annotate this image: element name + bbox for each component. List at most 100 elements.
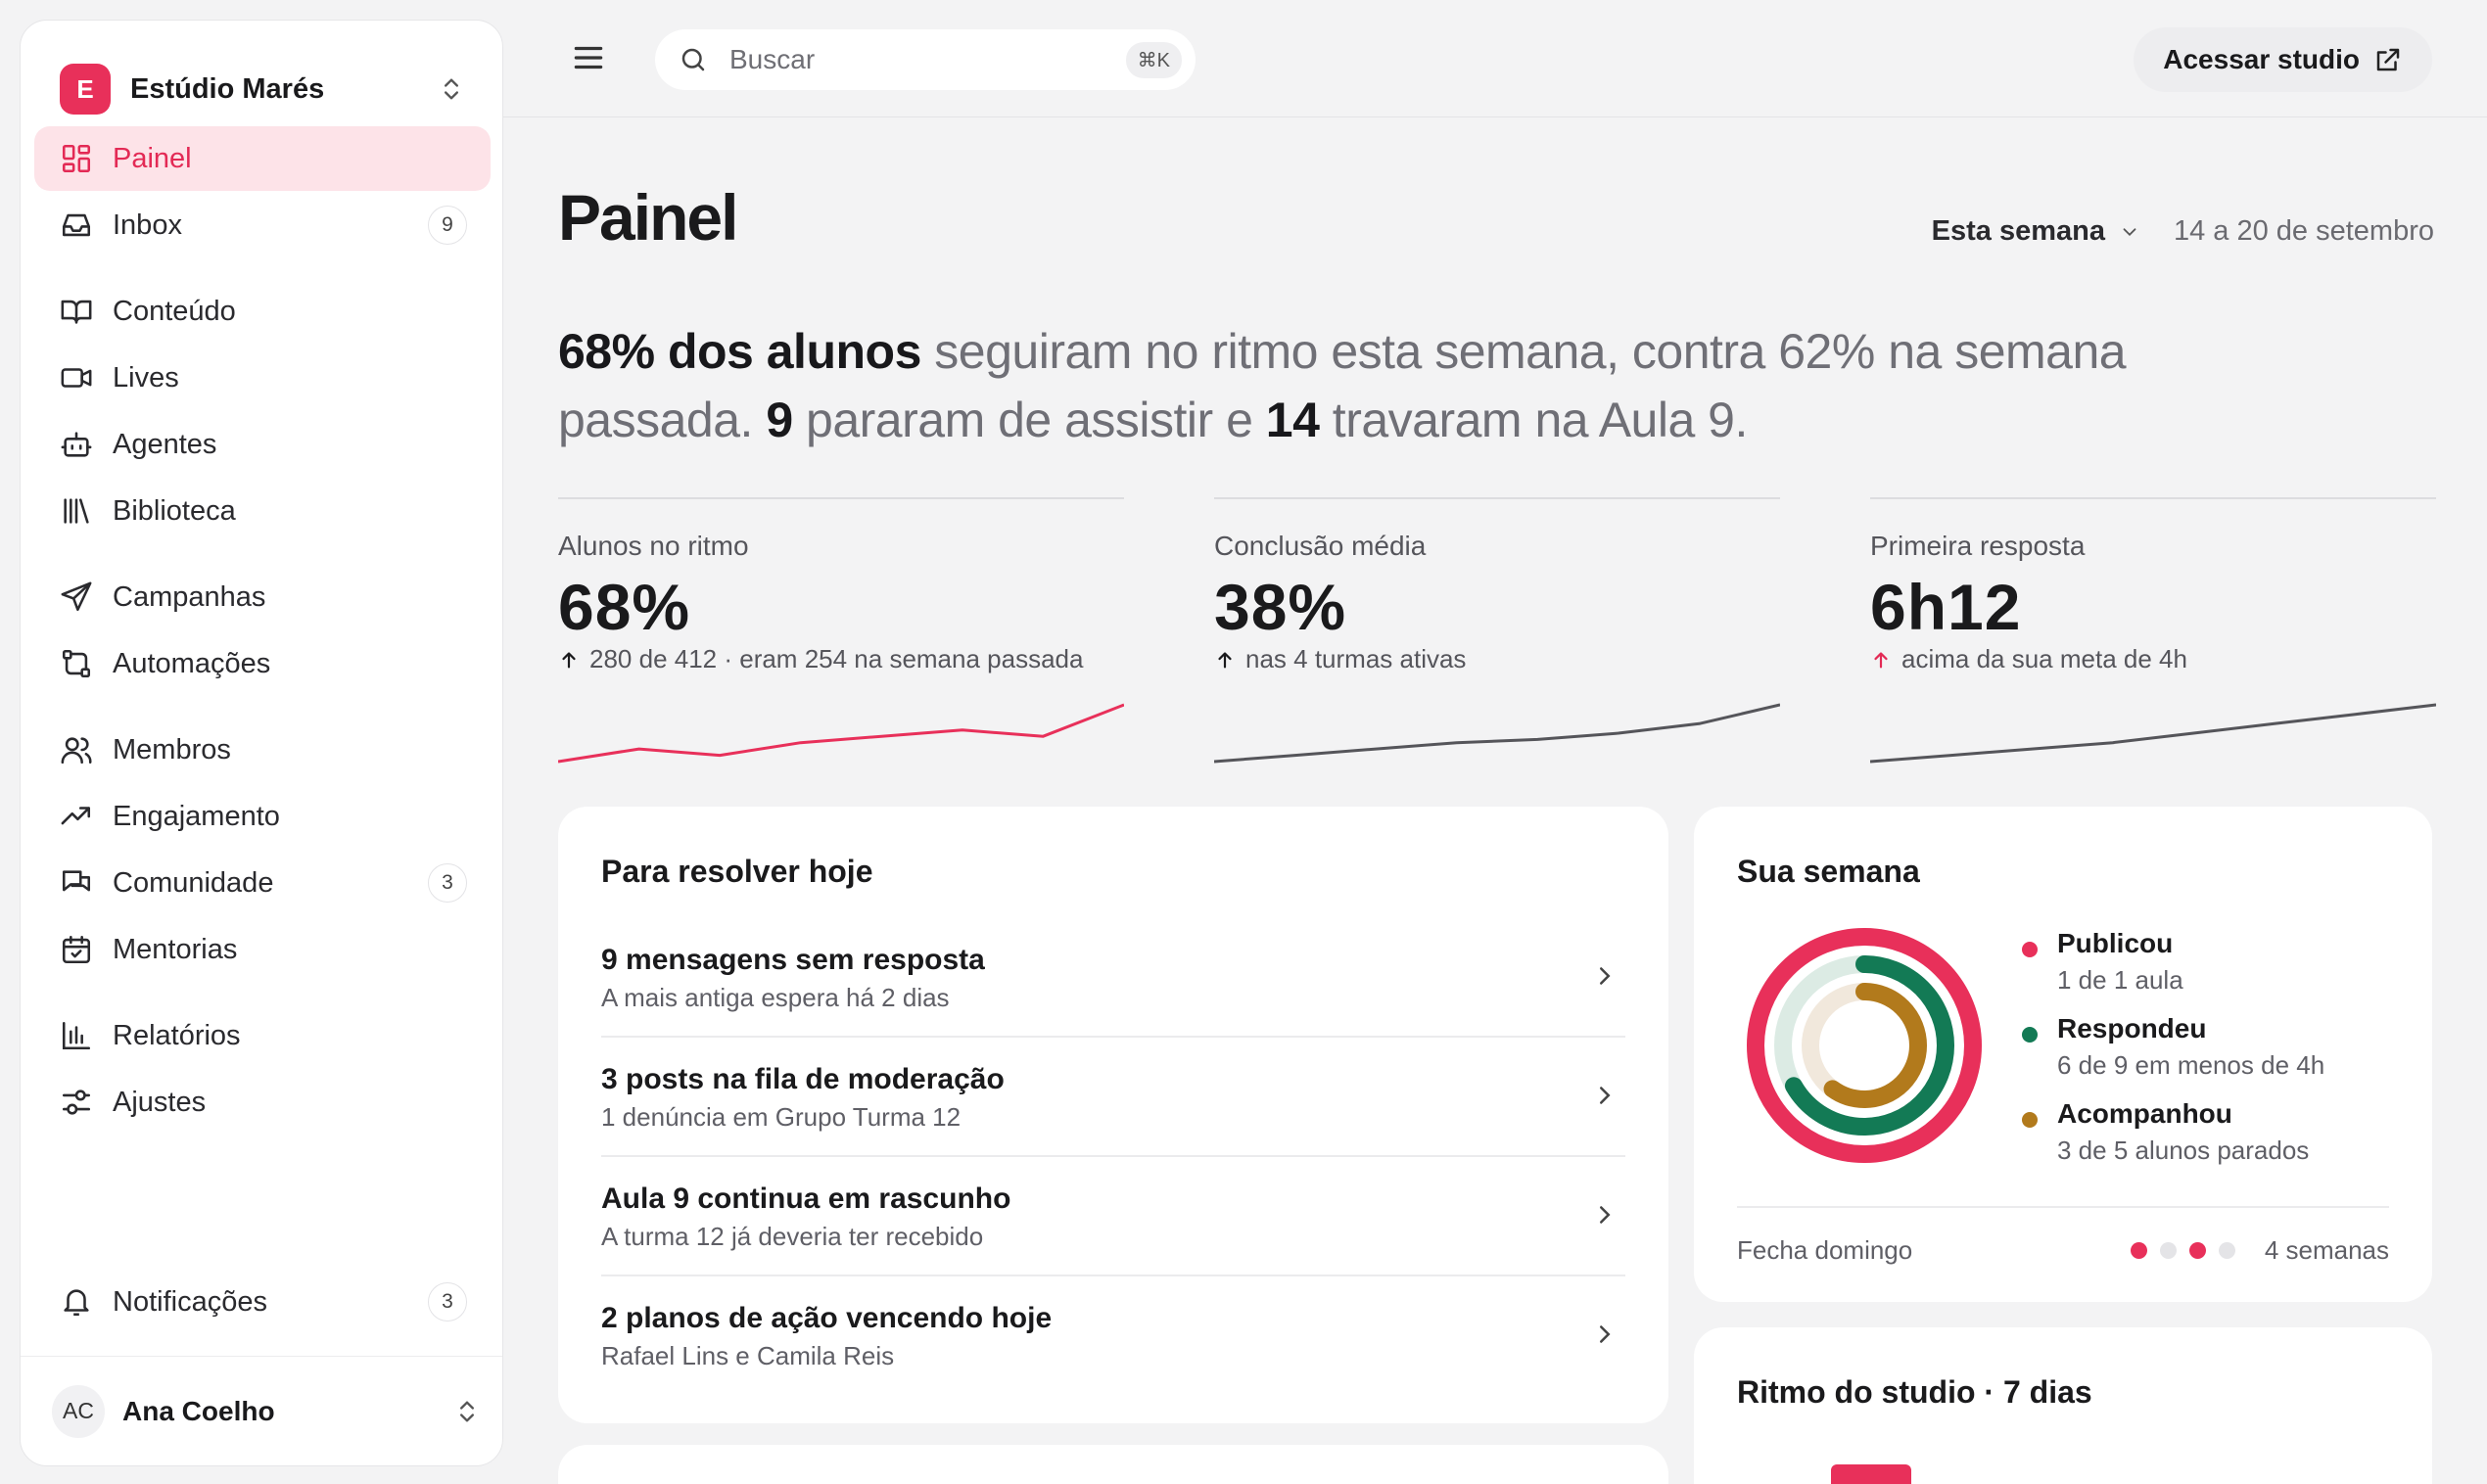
sidebar-item-notificacoes[interactable]: Notificações 3 — [34, 1270, 491, 1334]
inbox-icon — [62, 213, 91, 237]
chevrons-up-down-icon — [460, 1401, 474, 1421]
page-title: Painel — [558, 181, 738, 254]
period-dropdown[interactable]: Esta semana — [1932, 215, 2105, 248]
kpi-value: 38% — [1214, 571, 1347, 643]
sidebar-item-label: Relatórios — [113, 1019, 241, 1051]
week-dot — [2130, 1242, 2147, 1259]
sidebar-item-lives[interactable]: Lives — [34, 346, 491, 410]
todo-item[interactable]: 3 posts na fila de moderação 1 denúncia … — [601, 1038, 1625, 1157]
sidebar-item-conteudo[interactable]: Conteúdo — [34, 279, 491, 344]
sidebar-item-relatorios[interactable]: Relatórios — [34, 1003, 491, 1068]
kpi-label: Alunos no ritmo — [558, 531, 749, 561]
sidebar-item-label: Conteúdo — [113, 295, 236, 327]
sidebar-item-campanhas[interactable]: Campanhas — [34, 565, 491, 629]
search-placeholder: Buscar — [729, 44, 816, 74]
workspace-name: Estúdio Marés — [130, 72, 325, 105]
workflow-icon — [62, 649, 91, 678]
count-badge: 3 — [428, 863, 467, 903]
kpi-note-text: nas 4 turmas ativas — [1245, 644, 1467, 673]
sidebar-item-label: Mentorias — [113, 933, 238, 965]
week-footer: Fecha domingo 4 semanas — [1737, 1206, 2389, 1304]
legend-title: Respondeu — [2057, 1013, 2207, 1043]
weeks-label: 4 semanas — [2264, 1235, 2389, 1265]
sidebar-item-ajustes[interactable]: Ajustes — [34, 1070, 491, 1135]
user-menu[interactable]: AC Ana Coelho — [21, 1356, 502, 1465]
sidebar-item-label: Campanhas — [113, 580, 266, 613]
sidebar-item-mentorias[interactable]: Mentorias — [34, 917, 491, 982]
sidebar-item-label: Engajamento — [113, 800, 280, 832]
weeks-streak: 4 semanas — [2130, 1235, 2389, 1266]
headline-strong: 68% dos alunos — [558, 324, 921, 379]
send-icon — [61, 581, 92, 612]
todo-item[interactable]: 9 mensagens sem resposta A mais antiga e… — [601, 918, 1625, 1038]
arrow-up-icon — [562, 651, 576, 668]
hamburger-menu-icon[interactable] — [570, 39, 607, 76]
topbar: Buscar ⌘K Acessar studio — [503, 0, 2487, 117]
dashboard-icon — [62, 144, 91, 173]
chevron-right-icon — [1600, 1325, 1611, 1343]
kpi-primeira-resposta: Primeira resposta 6h12 acima da sua meta… — [1870, 497, 2436, 764]
kpi-sparkline — [1870, 703, 2436, 764]
headline-text: pararam de assistir e — [792, 393, 1266, 447]
todo-subtitle: A turma 12 já deveria ter recebido — [601, 1222, 984, 1251]
sidebar-item-label: Notificações — [113, 1285, 267, 1318]
sidebar-item-label: Lives — [113, 361, 179, 394]
legend-title: Publicou — [2057, 928, 2174, 958]
card-title: Sua semana — [1737, 854, 1920, 889]
chevron-right-icon — [1600, 1087, 1611, 1104]
period-selector: Esta semana 14 a 20 de setembro — [1932, 215, 2434, 248]
sidebar-item-comunidade[interactable]: Comunidade 3 — [34, 851, 491, 915]
sidebar-item-biblioteca[interactable]: Biblioteca — [34, 479, 491, 543]
headline-text: travaram na Aula 9. — [1319, 393, 1749, 447]
legend-title: Acompanhou — [2057, 1098, 2232, 1129]
access-studio-button[interactable]: Acessar studio — [2134, 27, 2432, 92]
sidebar-item-label: Ajustes — [113, 1086, 207, 1118]
kpi-value: 6h12 — [1870, 571, 2022, 643]
rhythm-bar — [1831, 1464, 1911, 1484]
todo-item[interactable]: Aula 9 continua em rascunho A turma 12 j… — [601, 1157, 1625, 1276]
shortcut-hint: ⌘K — [1125, 41, 1182, 78]
sidebar-item-engajamento[interactable]: Engajamento — [34, 784, 491, 849]
kpi-sparkline — [558, 703, 1124, 764]
book-open-icon — [61, 300, 92, 324]
week-closes: Fecha domingo — [1737, 1235, 1913, 1265]
legend-detail: 3 de 5 alunos parados — [2057, 1136, 2310, 1165]
headline-strong: 14 — [1265, 393, 1320, 447]
workspace-switcher[interactable]: E Estúdio Marés — [44, 42, 481, 136]
sidebar-item-membros[interactable]: Membros — [34, 718, 491, 782]
kpi-note: acima da sua meta de 4h — [1870, 644, 2187, 674]
todo-item[interactable]: 2 planos de ação vencendo hoje Rafael Li… — [601, 1276, 1625, 1396]
sidebar-item-label: Painel — [113, 142, 192, 174]
external-link-icon — [2376, 48, 2400, 71]
trending-up-icon — [61, 807, 91, 825]
kpi-sparkline — [1214, 703, 1780, 764]
count-badge: 9 — [428, 206, 467, 245]
chat-bubbles-icon — [62, 870, 91, 892]
todo-title: 3 posts na fila de moderação — [601, 1063, 1005, 1095]
headline-strong: 9 — [766, 393, 793, 447]
week-card: Sua semana Publicou 1 de 1 aula Responde… — [1694, 807, 2432, 1302]
search-input[interactable]: Buscar ⌘K — [655, 29, 1196, 90]
sidebar-item-automacoes[interactable]: Automações — [34, 631, 491, 696]
count-badge: 3 — [428, 1282, 467, 1322]
kpi-label: Primeira resposta — [1870, 531, 2086, 561]
kpi-label: Conclusão média — [1214, 531, 1427, 561]
search-icon — [681, 48, 705, 71]
kpi-note-text: acima da sua meta de 4h — [1901, 644, 2187, 673]
sidebar-item-label: Biblioteca — [113, 494, 236, 527]
chevrons-up-down-icon — [445, 78, 458, 100]
sidebar-item-label: Comunidade — [113, 866, 274, 899]
user-name: Ana Coelho — [122, 1395, 275, 1426]
sidebar: E Estúdio Marés Painel Inbox 9 Conteúdo … — [20, 20, 503, 1466]
chevron-down-icon[interactable] — [2119, 221, 2140, 243]
sidebar-item-label: Agentes — [113, 428, 217, 460]
week-dot — [2188, 1242, 2206, 1259]
sidebar-item-painel[interactable]: Painel — [34, 126, 491, 191]
sidebar-item-inbox[interactable]: Inbox 9 — [34, 193, 491, 257]
card-title: Ritmo do studio · 7 dias — [1737, 1374, 2092, 1410]
legend-detail: 6 de 9 em menos de 4h — [2057, 1050, 2325, 1080]
bot-icon — [61, 432, 92, 457]
kpi-note: nas 4 turmas ativas — [1214, 644, 1466, 674]
arrow-up-icon — [1874, 651, 1888, 668]
sidebar-item-agentes[interactable]: Agentes — [34, 412, 491, 477]
